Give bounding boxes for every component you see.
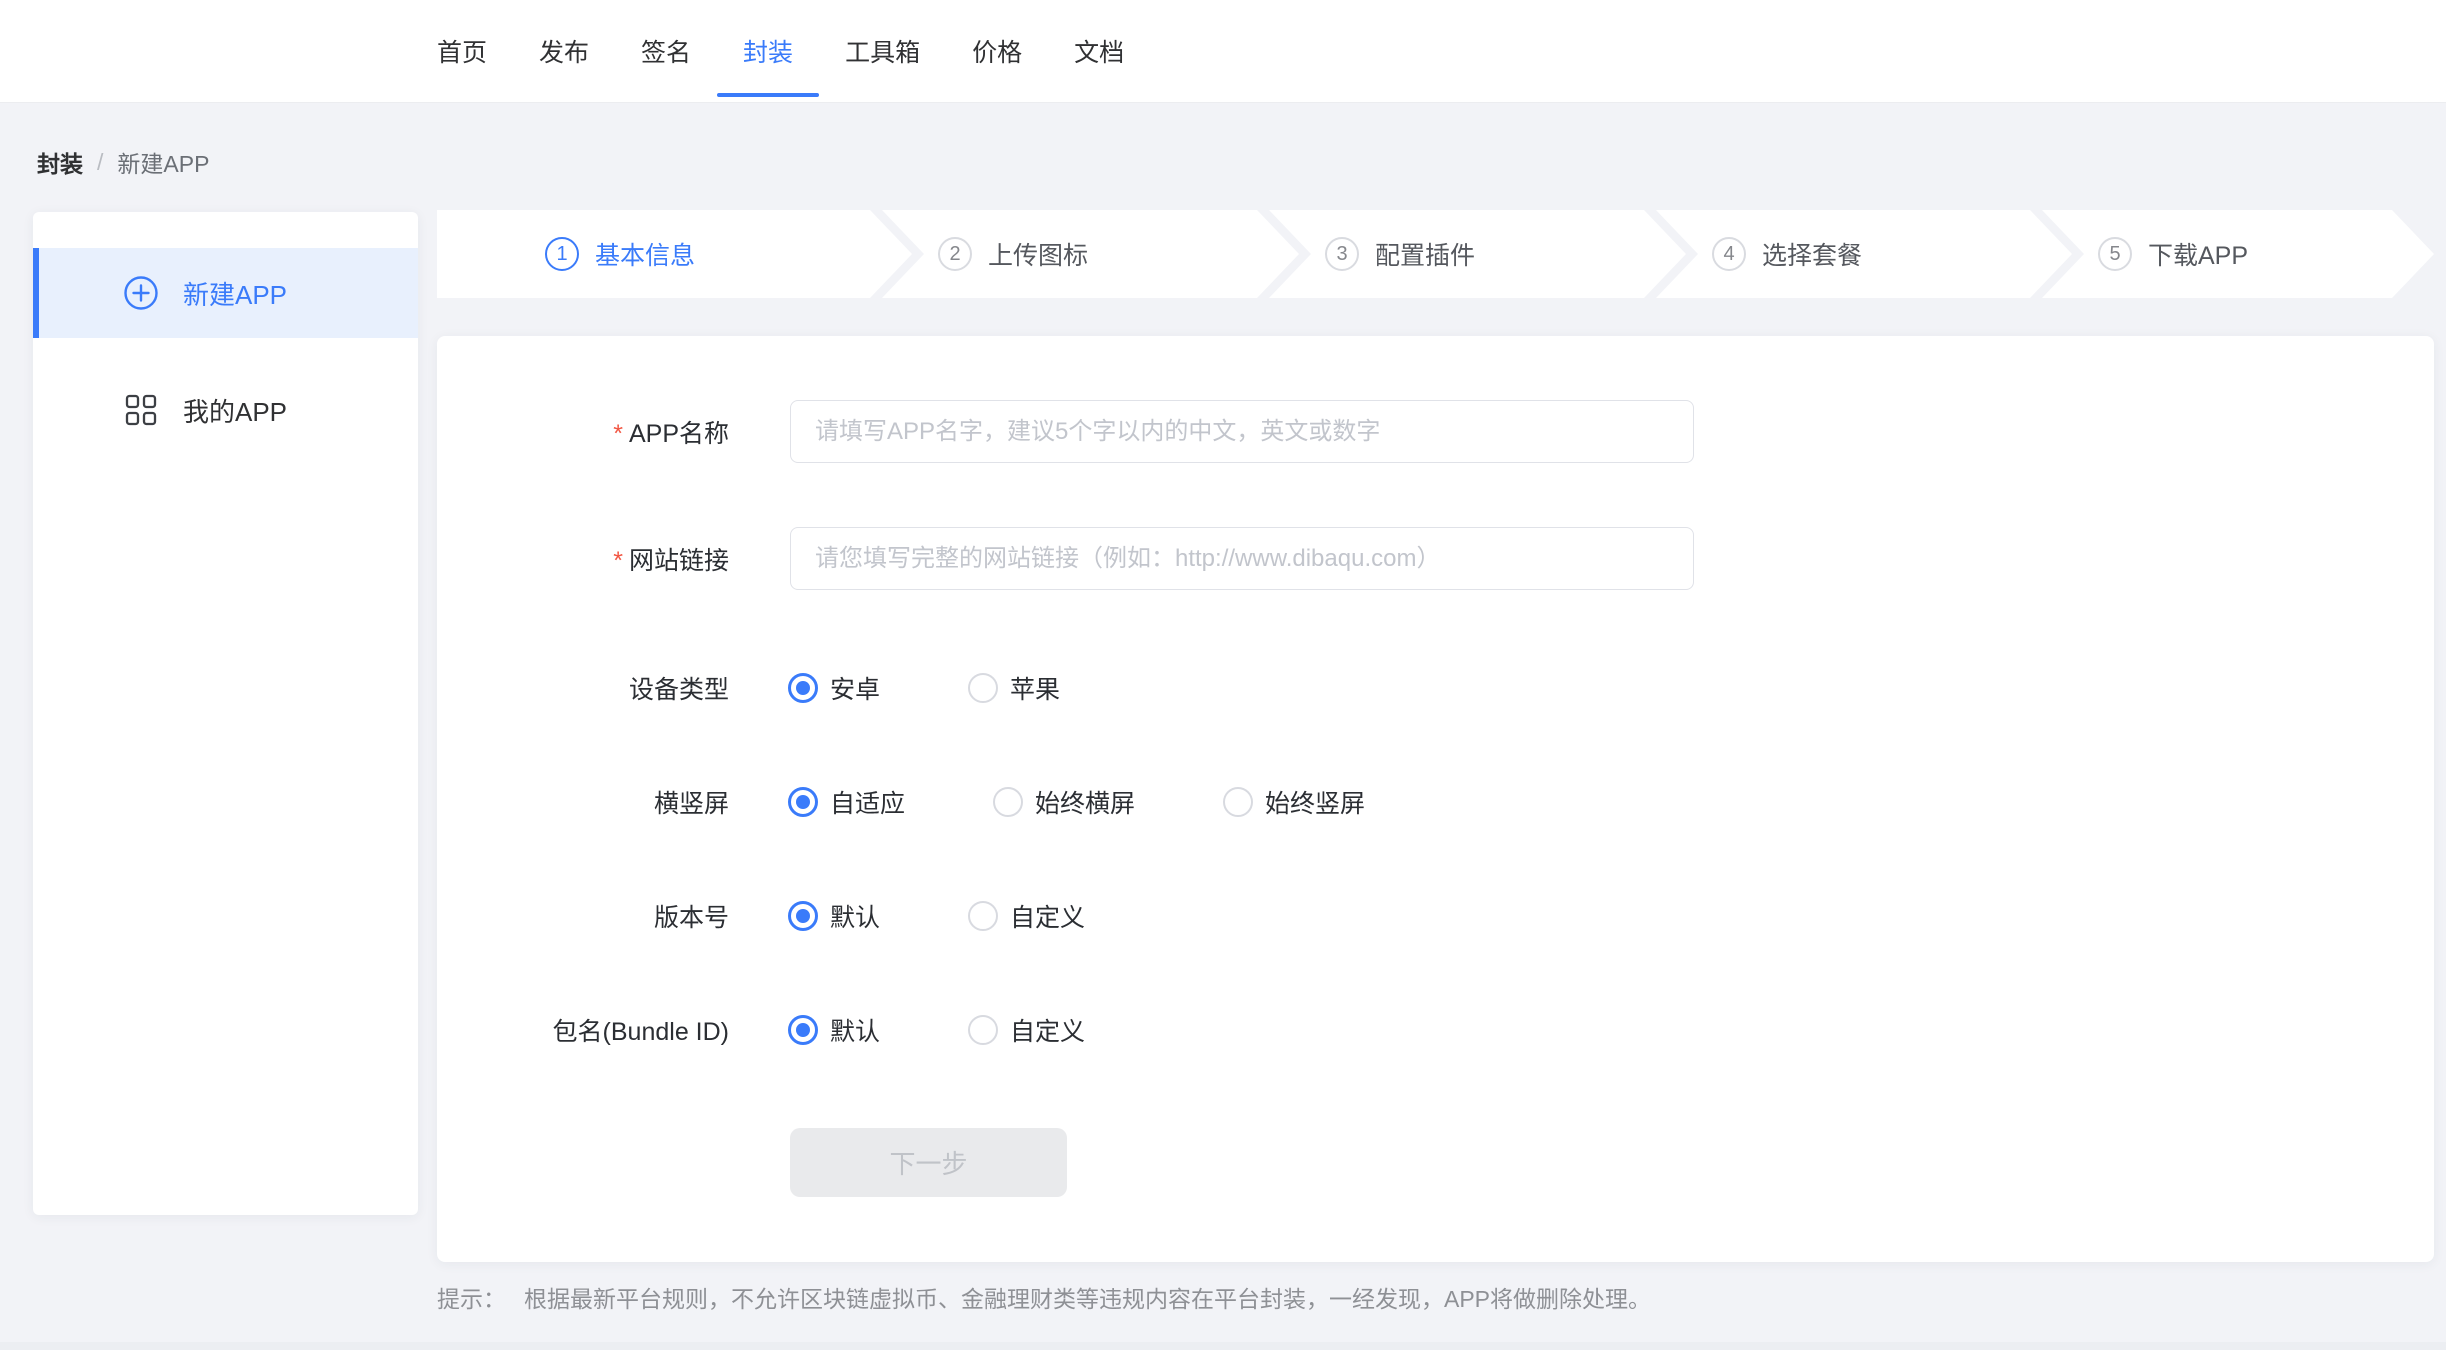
form-row-site-url: *网站链接	[437, 527, 2434, 590]
step-number: 1	[545, 237, 579, 271]
field-label: 版本号	[437, 898, 729, 934]
form-row-app-name: *APP名称	[437, 400, 2434, 463]
field-label: 包名(Bundle ID)	[437, 1012, 729, 1048]
step-number: 5	[2098, 237, 2132, 271]
nav-item-home[interactable]: 首页	[411, 0, 513, 102]
radio-circle-icon	[788, 787, 818, 817]
step-number: 4	[1712, 237, 1746, 271]
step-label: 基本信息	[595, 236, 695, 272]
radio-version-custom[interactable]: 自定义	[968, 898, 1085, 934]
radio-circle-icon	[788, 673, 818, 703]
nav-item-docs[interactable]: 文档	[1048, 0, 1150, 102]
radio-auto-orientation[interactable]: 自适应	[788, 784, 905, 820]
step-download-app[interactable]: 5 下载APP	[2030, 210, 2434, 298]
breadcrumb-separator: /	[97, 149, 103, 176]
radio-bundle-default[interactable]: 默认	[788, 1012, 880, 1048]
bottom-edge-band	[0, 1342, 2446, 1350]
step-number: 3	[1325, 237, 1359, 271]
form-row-bundle-id: 包名(Bundle ID) 默认 自定义	[437, 1010, 2434, 1050]
nav-item-pricing[interactable]: 价格	[946, 0, 1048, 102]
radio-bundle-custom[interactable]: 自定义	[968, 1012, 1085, 1048]
radio-ios[interactable]: 苹果	[968, 670, 1060, 706]
grid-icon	[123, 392, 159, 428]
radio-circle-icon	[968, 673, 998, 703]
steps-bar: 1 基本信息 2 上传图标 3 配置插件 4 选择套餐 5 下载APP	[0, 210, 2446, 298]
step-label: 下载APP	[2148, 236, 2248, 272]
nav-item-toolbox[interactable]: 工具箱	[819, 0, 946, 102]
bundle-id-radio-group: 默认 自定义	[788, 1012, 1085, 1048]
radio-circle-icon	[968, 901, 998, 931]
nav-item-sign[interactable]: 签名	[615, 0, 717, 102]
sidebar: 新建APP 我的APP	[33, 212, 418, 1215]
step-configure-plugins[interactable]: 3 配置插件	[1257, 210, 1686, 298]
step-basic-info[interactable]: 1 基本信息	[437, 210, 912, 298]
field-label: 设备类型	[437, 670, 729, 706]
orientation-radio-group: 自适应 始终横屏 始终竖屏	[788, 784, 1365, 820]
step-number: 2	[938, 237, 972, 271]
sidebar-item-label: 我的APP	[183, 392, 287, 429]
field-label: 横竖屏	[437, 784, 729, 820]
main-nav: 首页 发布 签名 封装 工具箱 价格 文档	[411, 0, 1150, 102]
radio-circle-icon	[968, 1015, 998, 1045]
radio-circle-icon	[993, 787, 1023, 817]
platform-rule-tip: 提示： 根据最新平台规则，不允许区块链虚拟币、金融理财类等违规内容在平台封装，一…	[437, 1280, 1651, 1314]
step-label: 配置插件	[1375, 236, 1475, 272]
top-header: 首页 发布 签名 封装 工具箱 价格 文档	[0, 0, 2446, 103]
radio-circle-icon	[788, 901, 818, 931]
radio-circle-icon	[788, 1015, 818, 1045]
step-upload-icon[interactable]: 2 上传图标	[870, 210, 1299, 298]
step-choose-plan[interactable]: 4 选择套餐	[1644, 210, 2072, 298]
required-asterisk: *	[613, 420, 623, 448]
version-radio-group: 默认 自定义	[788, 898, 1085, 934]
nav-item-package[interactable]: 封装	[717, 0, 819, 102]
radio-landscape[interactable]: 始终横屏	[993, 784, 1135, 820]
app-name-input[interactable]	[790, 400, 1694, 463]
radio-version-default[interactable]: 默认	[788, 898, 880, 934]
basic-info-form: *APP名称 *网站链接 设备类型 安卓 苹果 横竖屏	[437, 336, 2434, 1262]
form-row-orientation: 横竖屏 自适应 始终横屏 始终竖屏	[437, 782, 2434, 822]
device-type-radio-group: 安卓 苹果	[788, 670, 1060, 706]
step-label: 上传图标	[988, 236, 1088, 272]
required-asterisk: *	[613, 547, 623, 575]
radio-portrait[interactable]: 始终竖屏	[1223, 784, 1365, 820]
form-row-device-type: 设备类型 安卓 苹果	[437, 668, 2434, 708]
form-actions: 下一步	[437, 1128, 2434, 1197]
radio-circle-icon	[1223, 787, 1253, 817]
sidebar-item-my-apps[interactable]: 我的APP	[33, 365, 418, 455]
radio-android[interactable]: 安卓	[788, 670, 880, 706]
tip-text: 根据最新平台规则，不允许区块链虚拟币、金融理财类等违规内容在平台封装，一经发现，…	[524, 1280, 1651, 1314]
form-row-version: 版本号 默认 自定义	[437, 896, 2434, 936]
tip-prefix: 提示：	[437, 1280, 506, 1314]
next-step-button[interactable]: 下一步	[790, 1128, 1067, 1197]
step-label: 选择套餐	[1762, 236, 1862, 272]
site-url-input[interactable]	[790, 527, 1694, 590]
field-label: *网站链接	[437, 541, 729, 577]
field-label: *APP名称	[437, 414, 729, 450]
breadcrumb-current: 新建APP	[117, 145, 209, 179]
breadcrumb: 封装 / 新建APP	[37, 145, 209, 179]
nav-item-publish[interactable]: 发布	[513, 0, 615, 102]
breadcrumb-root[interactable]: 封装	[37, 145, 83, 179]
